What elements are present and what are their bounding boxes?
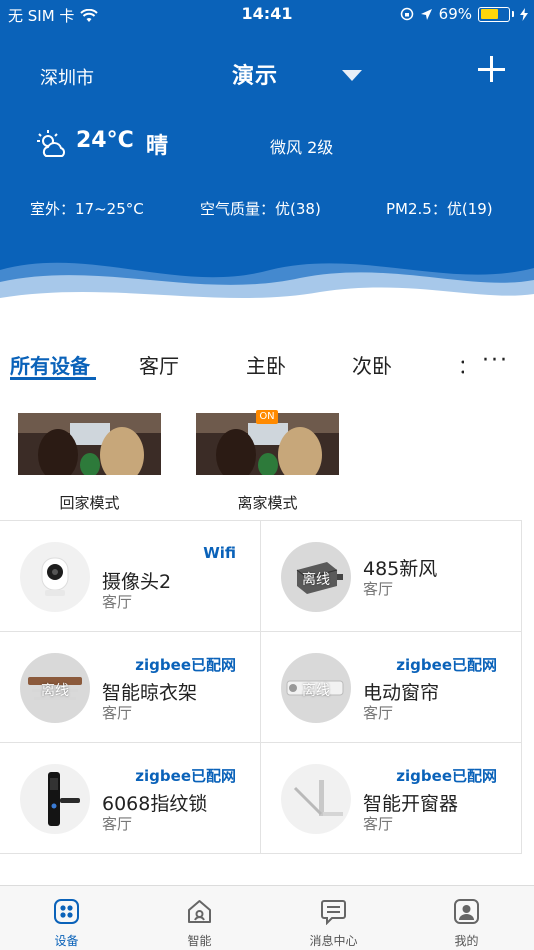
- fresh-air-device-image: 离线: [281, 542, 351, 612]
- battery-tip: [512, 11, 514, 17]
- device-name: 摄像头2: [102, 571, 172, 593]
- battery-percent: 69%: [438, 5, 472, 23]
- status-bar: 无 SIM 卡 14:41 69%: [0, 0, 534, 28]
- lock-device-image: [20, 764, 90, 834]
- device-card-curtain[interactable]: 离线 zigbee已配网 电动窗帘 客厅: [261, 632, 522, 743]
- smart-home-icon: [188, 900, 211, 923]
- fingerprint-lock-icon: [48, 772, 80, 826]
- scene-label-away: 离家模式: [237, 494, 298, 512]
- offline-label: 离线: [41, 683, 69, 699]
- message-icon: [321, 900, 346, 925]
- device-card-fresh-air[interactable]: 离线 485新风 客厅: [261, 521, 522, 632]
- window-opener-icon: [293, 780, 343, 816]
- device-connection-tag: Wifi: [203, 544, 236, 562]
- rotation-lock-icon: [400, 7, 413, 21]
- device-name: 智能晾衣架: [102, 682, 198, 704]
- tabbar-item-messages[interactable]: 消息中心: [267, 886, 400, 950]
- scene-list: 回家模式 ON 离家模式: [0, 410, 534, 518]
- device-card-camera[interactable]: Wifi 摄像头2 客厅: [0, 521, 261, 632]
- device-room: 客厅: [363, 815, 394, 833]
- battery-level-fill: [480, 9, 499, 19]
- curtain-device-image: 离线: [281, 653, 351, 723]
- more-tabs-button[interactable]: ···: [482, 348, 509, 373]
- air-quality: 空气质量：优(38): [200, 200, 321, 218]
- tabbar-item-smart[interactable]: 智能: [133, 886, 266, 950]
- scene-image-home: [18, 413, 161, 475]
- scene-on-badge: ON: [256, 410, 278, 424]
- device-connection-tag: zigbee已配网: [396, 767, 497, 785]
- device-grid: Wifi 摄像头2 客厅 离线 485新风 客厅 离线 zigbee已配网 智能…: [0, 520, 522, 854]
- charging-bolt-icon: [520, 7, 528, 21]
- tab-all-devices[interactable]: 所有设备: [10, 350, 90, 379]
- device-name: 6068指纹锁: [102, 793, 208, 815]
- tab-second-bedroom[interactable]: 次卧: [352, 350, 392, 379]
- window-opener-device-image: [281, 764, 351, 834]
- weather-condition: 晴: [146, 134, 169, 159]
- device-connection-tag: zigbee已配网: [396, 656, 497, 674]
- tabbar-item-profile[interactable]: 我的: [400, 886, 533, 950]
- tab-overflow-hint: ：: [458, 350, 464, 379]
- device-name: 电动窗帘: [363, 682, 440, 704]
- location-arrow-icon: [420, 8, 432, 20]
- tab-living-room[interactable]: 客厅: [139, 350, 179, 379]
- home-name[interactable]: 演示: [232, 58, 278, 90]
- tab-master-bedroom[interactable]: 主卧: [246, 350, 286, 379]
- offline-label: 离线: [302, 572, 330, 588]
- app-page: 无 SIM 卡 14:41 69% 深圳市 演示 24°C 晴 微风 2级 室外…: [0, 0, 534, 950]
- device-connection-tag: zigbee已配网: [135, 767, 236, 785]
- camera-icon: [41, 557, 69, 596]
- tabbar-label: 设备: [54, 934, 79, 948]
- device-room: 客厅: [363, 704, 394, 722]
- tabbar-label: 消息中心: [309, 934, 358, 948]
- wind-level: 微风 2级: [270, 138, 334, 157]
- tabbar-label: 智能: [187, 934, 212, 948]
- device-name: 485新风: [363, 558, 438, 580]
- device-card-fingerprint-lock[interactable]: zigbee已配网 6068指纹锁 客厅: [0, 743, 261, 854]
- status-right-group: 69%: [400, 5, 528, 23]
- device-card-window-opener[interactable]: zigbee已配网 智能开窗器 客厅: [261, 743, 522, 854]
- clothes-rack-device-image: 离线: [20, 653, 90, 723]
- device-room: 客厅: [102, 704, 133, 722]
- device-room: 客厅: [102, 815, 133, 833]
- device-connection-tag: zigbee已配网: [135, 656, 236, 674]
- tabbar-item-devices[interactable]: 设备: [0, 886, 133, 950]
- offline-label: 离线: [302, 683, 330, 699]
- device-room: 客厅: [363, 580, 394, 598]
- scene-label-home: 回家模式: [59, 494, 120, 512]
- pm25-level: PM2.5：优(19): [386, 200, 493, 218]
- bottom-tab-bar: 设备 智能 消息中心 我的: [0, 885, 534, 950]
- profile-icon: [454, 899, 479, 924]
- camera-device-image: [20, 542, 90, 612]
- outdoor-temperature-range: 室外：17~25°C: [30, 200, 144, 218]
- partly-cloudy-icon: [37, 130, 65, 157]
- room-tabs: 所有设备 客厅 主卧 次卧 ： ···: [0, 340, 534, 390]
- battery-icon: [478, 6, 510, 22]
- header-weather-panel: 无 SIM 卡 14:41 69% 深圳市 演示 24°C 晴 微风 2级 室外…: [0, 0, 534, 330]
- active-tab-indicator: [10, 377, 96, 380]
- device-card-clothes-rack[interactable]: 离线 zigbee已配网 智能晾衣架 客厅: [0, 632, 261, 743]
- triangle-down-icon[interactable]: [342, 70, 362, 81]
- temperature: 24°C: [76, 128, 134, 153]
- device-name: 智能开窗器: [363, 793, 459, 815]
- device-room: 客厅: [102, 593, 133, 611]
- add-button[interactable]: [476, 54, 508, 86]
- tabbar-label: 我的: [454, 934, 479, 948]
- devices-grid-icon: [54, 899, 79, 924]
- wave-decoration: [0, 262, 534, 330]
- city-label[interactable]: 深圳市: [40, 64, 94, 90]
